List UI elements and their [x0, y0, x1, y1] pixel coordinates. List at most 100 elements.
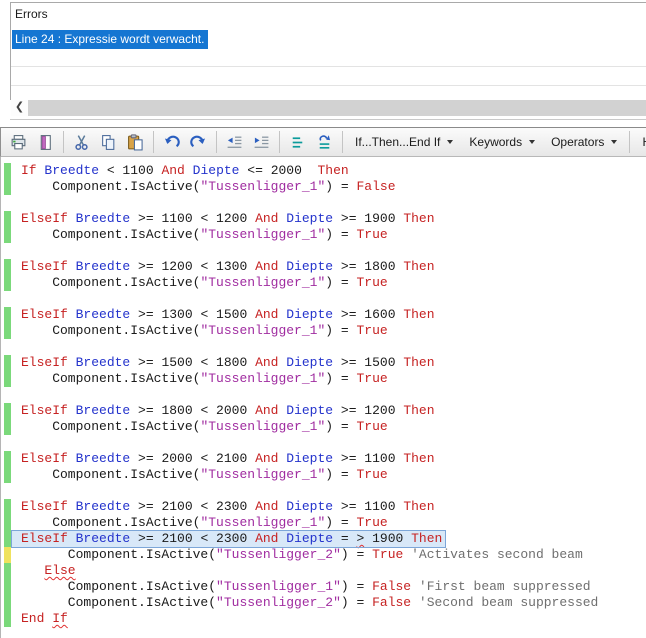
- code-line[interactable]: ElseIf Breedte >= 2000 < 2100 And Diepte…: [1, 451, 646, 467]
- line-text: If Breedte < 1100 And Diepte <= 2000 The…: [21, 163, 349, 178]
- undo-icon: [163, 134, 180, 151]
- code-line[interactable]: ElseIf Breedte >= 1200 < 1300 And Diepte…: [1, 259, 646, 275]
- line-text: Component.IsActive("Tussenligger_1") = T…: [21, 371, 388, 386]
- line-text: ElseIf Breedte >= 1100 < 1200 And Diepte…: [21, 211, 435, 226]
- code-editor[interactable]: If Breedte < 1100 And Diepte <= 2000 The…: [0, 157, 646, 638]
- toolbar-separator: [216, 131, 217, 153]
- code-line[interactable]: If Breedte < 1100 And Diepte <= 2000 The…: [1, 163, 646, 179]
- code-line[interactable]: End If: [1, 611, 646, 627]
- paste-button[interactable]: [123, 130, 148, 154]
- code-line[interactable]: [1, 387, 646, 403]
- if-then-end-if-dropdown[interactable]: If...Then...End If: [348, 130, 460, 154]
- copy-icon: [100, 134, 117, 151]
- error-list-item-selected[interactable]: Line 24 : Expressie wordt verwacht.: [12, 30, 209, 49]
- code-line[interactable]: ElseIf Breedte >= 1100 < 1200 And Diepte…: [1, 211, 646, 227]
- undo-button[interactable]: [159, 130, 184, 154]
- line-text: Component.IsActive("Tussenligger_1") = F…: [21, 579, 591, 594]
- code-line[interactable]: ElseIf Breedte >= 1800 < 2000 And Diepte…: [1, 403, 646, 419]
- redo-button[interactable]: [186, 130, 211, 154]
- error-line-highlight: ElseIf Breedte >= 2100 < 2300 And Diepte…: [10, 530, 447, 548]
- margin: [4, 243, 11, 259]
- scrollbar-thumb[interactable]: [28, 100, 646, 116]
- margin: [4, 339, 11, 355]
- code-line[interactable]: Component.IsActive("Tussenligger_2") = T…: [1, 547, 646, 563]
- change-marker: [4, 595, 11, 611]
- code-line[interactable]: ElseIf Breedte >= 2100 < 2300 And Diepte…: [1, 499, 646, 515]
- page-setup-icon: [37, 134, 54, 151]
- code-line[interactable]: Component.IsActive("Tussenligger_1") = T…: [1, 323, 646, 339]
- panel-border: [10, 119, 646, 120]
- line-text: Else: [44, 563, 76, 578]
- button-label: Header...: [642, 135, 646, 149]
- change-marker: [4, 611, 11, 627]
- print-icon: [10, 134, 27, 151]
- code-line[interactable]: Component.IsActive("Tussenligger_1") = T…: [1, 227, 646, 243]
- toolbar-separator: [342, 131, 343, 153]
- line-text: ElseIf Breedte >= 2000 < 2100 And Diepte…: [21, 451, 435, 466]
- toolbar-separator: [629, 131, 631, 153]
- change-marker: [4, 275, 11, 291]
- margin: [4, 435, 11, 451]
- line-text: Component.IsActive("Tussenligger_1") = T…: [21, 275, 388, 290]
- uncomment-button[interactable]: [312, 130, 337, 154]
- margin: [4, 195, 11, 211]
- code-line[interactable]: [1, 243, 646, 259]
- change-marker: [4, 499, 11, 515]
- code-line[interactable]: [1, 435, 646, 451]
- code-line[interactable]: Component.IsActive("Tussenligger_1") = T…: [1, 371, 646, 387]
- code-line[interactable]: Else: [1, 563, 646, 579]
- line-text: Component.IsActive("Tussenligger_1") = F…: [21, 179, 396, 194]
- outdent-icon: [226, 134, 243, 151]
- outdent-button[interactable]: [222, 130, 247, 154]
- indent-button[interactable]: [249, 130, 274, 154]
- change-marker: [4, 211, 11, 227]
- code-line[interactable]: [1, 483, 646, 499]
- line-text: Component.IsActive("Tussenligger_1") = T…: [21, 227, 388, 242]
- change-marker: [4, 451, 11, 467]
- chevron-down-icon: [611, 140, 618, 144]
- print-button[interactable]: [6, 130, 31, 154]
- code-line[interactable]: ElseIf Breedte >= 1500 < 1800 And Diepte…: [1, 355, 646, 371]
- operators-dropdown[interactable]: Operators: [544, 130, 624, 154]
- code-line[interactable]: ElseIf Breedte >= 1300 < 1500 And Diepte…: [1, 307, 646, 323]
- change-marker: [4, 403, 11, 419]
- code-line[interactable]: Component.IsActive("Tussenligger_1") = T…: [1, 419, 646, 435]
- margin: [4, 483, 11, 499]
- errors-panel: Errors Line 24 : Expressie wordt verwach…: [0, 0, 646, 121]
- change-marker: [4, 467, 11, 483]
- header-button[interactable]: Header...: [635, 130, 646, 154]
- line-text: End If: [21, 611, 68, 626]
- line-text: Component.IsActive("Tussenligger_1") = T…: [21, 467, 388, 482]
- code-line[interactable]: Component.IsActive("Tussenligger_1") = F…: [1, 179, 646, 195]
- code-line[interactable]: ElseIf Breedte >= 2100 < 2300 And Diepte…: [1, 530, 646, 548]
- line-text: ElseIf Breedte >= 1800 < 2000 And Diepte…: [21, 403, 435, 418]
- line-text: Component.IsActive("Tussenligger_1") = T…: [21, 323, 388, 338]
- change-marker: [4, 547, 11, 563]
- copy-button[interactable]: [96, 130, 121, 154]
- code-line[interactable]: [1, 195, 646, 211]
- toolbar-separator: [279, 131, 280, 153]
- horizontal-scrollbar[interactable]: ❮: [11, 100, 646, 116]
- comment-button[interactable]: [285, 130, 310, 154]
- line-text: Component.IsActive("Tussenligger_1") = T…: [21, 515, 388, 530]
- margin: [4, 387, 11, 403]
- code-line[interactable]: Component.IsActive("Tussenligger_1") = T…: [1, 467, 646, 483]
- code-line[interactable]: [1, 339, 646, 355]
- button-label: Keywords: [469, 135, 523, 149]
- cut-button[interactable]: [69, 130, 94, 154]
- code-line[interactable]: Component.IsActive("Tussenligger_1") = F…: [1, 579, 646, 595]
- page-setup-button[interactable]: [33, 130, 58, 154]
- change-marker: [4, 163, 11, 179]
- errors-panel-title: Errors: [15, 7, 48, 21]
- panel-border: [10, 2, 646, 3]
- keywords-dropdown[interactable]: Keywords: [462, 130, 542, 154]
- change-marker: [4, 323, 11, 339]
- change-marker: [4, 563, 11, 579]
- code-line[interactable]: [1, 291, 646, 307]
- code-line[interactable]: Component.IsActive("Tussenligger_1") = T…: [1, 275, 646, 291]
- code-line[interactable]: Component.IsActive("Tussenligger_1") = T…: [1, 515, 646, 531]
- change-marker: [4, 307, 11, 323]
- scroll-left-button[interactable]: ❮: [11, 100, 28, 116]
- code-line[interactable]: Component.IsActive("Tussenligger_2") = F…: [1, 595, 646, 611]
- editor-toolbar: If...Then...End If Keywords Operators Heade…: [0, 127, 646, 157]
